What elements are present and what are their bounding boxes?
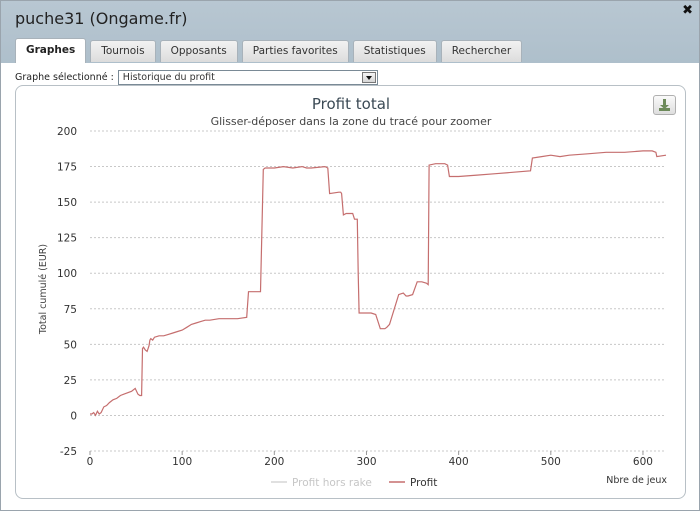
chart-title: Profit total bbox=[312, 95, 390, 113]
x-tick-label: 500 bbox=[541, 456, 561, 468]
y-axis-label: Total cumulé (EUR) bbox=[38, 244, 49, 335]
y-tick-label: 50 bbox=[64, 339, 77, 351]
y-tick-label: 175 bbox=[57, 162, 77, 174]
legend-label-profit-hors-rake[interactable]: Profit hors rake bbox=[292, 477, 372, 489]
y-tick-label: 0 bbox=[70, 410, 77, 422]
y-tick-label: 125 bbox=[57, 233, 77, 245]
y-tick-label: 150 bbox=[57, 197, 77, 209]
series-profit-line bbox=[90, 150, 667, 417]
profit-chart[interactable]: -25 0 25 50 75 100 125 150 175 200 0 100 200 300 400 5… bbox=[1, 1, 700, 511]
profile-window: puche31 (Ongame.fr) ✖ Graphes Tournois O… bbox=[0, 0, 700, 511]
y-tick-label: -25 bbox=[60, 446, 77, 458]
x-tick-label: 400 bbox=[449, 456, 469, 468]
chart-subtitle: Glisser-déposer dans la zone du tracé po… bbox=[211, 115, 492, 128]
legend-label-profit[interactable]: Profit bbox=[410, 477, 437, 489]
x-tick-label: 300 bbox=[356, 456, 376, 468]
y-tick-label: 100 bbox=[57, 268, 77, 280]
x-tick-label: 200 bbox=[264, 456, 284, 468]
x-axis-label: Nbre de jeux bbox=[606, 475, 667, 486]
y-tick-label: 200 bbox=[57, 126, 77, 138]
y-tick-label: 75 bbox=[64, 304, 77, 316]
y-axis-ticks: -25 0 25 50 75 100 125 150 175 200 bbox=[57, 126, 77, 458]
x-tick-label: 0 bbox=[87, 456, 94, 468]
x-tick-label: 600 bbox=[633, 456, 653, 468]
x-axis-ticks: 0 100 200 300 400 500 600 bbox=[87, 451, 653, 468]
download-button[interactable] bbox=[653, 95, 676, 115]
y-tick-label: 25 bbox=[64, 375, 77, 387]
chart-grid bbox=[90, 130, 666, 452]
download-icon bbox=[659, 99, 670, 111]
x-tick-label: 100 bbox=[172, 456, 192, 468]
chart-legend: Profit hors rake Profit bbox=[271, 477, 437, 489]
